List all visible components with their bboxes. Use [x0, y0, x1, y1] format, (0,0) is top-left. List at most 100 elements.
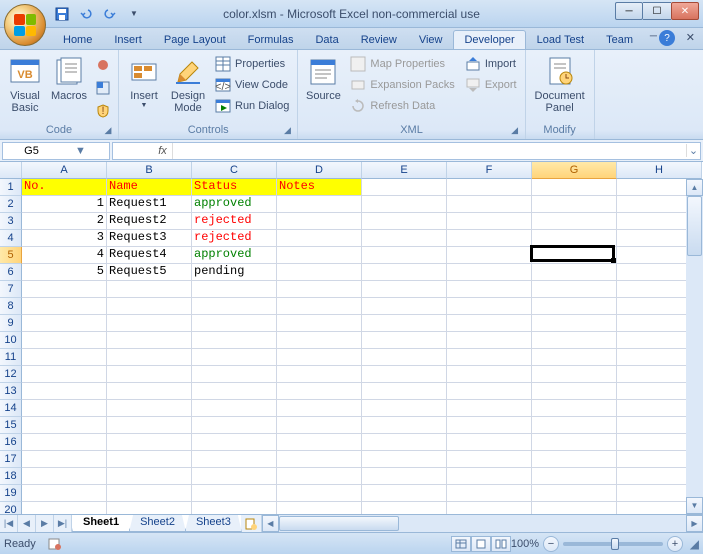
properties-button[interactable]: Properties: [211, 54, 293, 74]
row-header[interactable]: 14: [0, 400, 22, 417]
cell[interactable]: [22, 332, 107, 349]
import-button[interactable]: Import: [461, 54, 521, 74]
cell[interactable]: [107, 502, 192, 514]
cell[interactable]: rejected: [192, 213, 277, 230]
cell[interactable]: [532, 434, 617, 451]
cell[interactable]: [362, 434, 447, 451]
xml-source-button[interactable]: Source: [302, 54, 344, 104]
row-header[interactable]: 12: [0, 366, 22, 383]
controls-launcher-icon[interactable]: ◢: [281, 125, 293, 137]
row-header[interactable]: 1: [0, 179, 22, 196]
cell[interactable]: Name: [107, 179, 192, 196]
row-header[interactable]: 5: [0, 247, 22, 264]
cell[interactable]: [532, 366, 617, 383]
row-header[interactable]: 13: [0, 383, 22, 400]
cell[interactable]: [447, 400, 532, 417]
cell[interactable]: [277, 468, 362, 485]
column-header[interactable]: E: [362, 162, 447, 179]
cell[interactable]: [277, 332, 362, 349]
cell[interactable]: [107, 349, 192, 366]
cell[interactable]: [532, 264, 617, 281]
cell[interactable]: [107, 451, 192, 468]
row-header[interactable]: 15: [0, 417, 22, 434]
name-box[interactable]: G5 ▼: [2, 142, 110, 160]
zoom-thumb[interactable]: [611, 538, 619, 550]
cell[interactable]: [277, 281, 362, 298]
refresh-data-button[interactable]: Refresh Data: [346, 96, 458, 116]
cell[interactable]: [362, 247, 447, 264]
cell[interactable]: [277, 196, 362, 213]
cell[interactable]: [447, 179, 532, 196]
first-sheet-button[interactable]: |◀: [0, 515, 18, 532]
cell[interactable]: [447, 451, 532, 468]
cell[interactable]: [447, 349, 532, 366]
macro-security-icon[interactable]: !: [92, 100, 114, 122]
scroll-up-button[interactable]: ▲: [686, 179, 703, 196]
use-relative-refs-icon[interactable]: [92, 77, 114, 99]
cell[interactable]: [362, 196, 447, 213]
cell[interactable]: [532, 213, 617, 230]
row-header[interactable]: 7: [0, 281, 22, 298]
cell[interactable]: [532, 196, 617, 213]
office-button[interactable]: [4, 4, 46, 46]
cell[interactable]: [277, 502, 362, 514]
cell[interactable]: [447, 485, 532, 502]
expansion-packs-button[interactable]: Expansion Packs: [346, 75, 458, 95]
cell[interactable]: [447, 281, 532, 298]
macros-button[interactable]: Macros: [48, 54, 90, 104]
row-header[interactable]: 11: [0, 349, 22, 366]
design-mode-button[interactable]: Design Mode: [167, 54, 209, 116]
cell[interactable]: [192, 281, 277, 298]
cell[interactable]: 5: [22, 264, 107, 281]
last-sheet-button[interactable]: ▶|: [54, 515, 72, 532]
cell[interactable]: [447, 315, 532, 332]
cell[interactable]: [22, 434, 107, 451]
undo-icon[interactable]: [76, 4, 96, 24]
scroll-left-button[interactable]: ◀: [262, 515, 279, 532]
cell[interactable]: [362, 366, 447, 383]
cell[interactable]: [22, 349, 107, 366]
row-header[interactable]: 9: [0, 315, 22, 332]
cell[interactable]: [277, 264, 362, 281]
resize-grip-icon[interactable]: ◢: [683, 537, 699, 551]
cell[interactable]: [277, 247, 362, 264]
column-header[interactable]: H: [617, 162, 702, 179]
worksheet-grid[interactable]: ABCDEFGH1No.NameStatusNotes21Request1app…: [0, 162, 703, 514]
cell[interactable]: [447, 213, 532, 230]
cell[interactable]: Request1: [107, 196, 192, 213]
cell[interactable]: [362, 264, 447, 281]
cell[interactable]: [362, 332, 447, 349]
cell[interactable]: 2: [22, 213, 107, 230]
cell[interactable]: [22, 485, 107, 502]
cell[interactable]: [22, 315, 107, 332]
cell[interactable]: [447, 366, 532, 383]
formula-input[interactable]: [173, 145, 686, 157]
macro-record-status-icon[interactable]: [48, 537, 62, 551]
cell[interactable]: [447, 417, 532, 434]
minimize-button[interactable]: ─: [615, 2, 643, 20]
next-sheet-button[interactable]: ▶: [36, 515, 54, 532]
cell[interactable]: [22, 502, 107, 514]
cell[interactable]: [362, 230, 447, 247]
cell[interactable]: [22, 400, 107, 417]
xml-launcher-icon[interactable]: ◢: [509, 125, 521, 137]
cell[interactable]: [192, 332, 277, 349]
record-macro-icon[interactable]: [92, 54, 114, 76]
cell[interactable]: [22, 383, 107, 400]
export-button[interactable]: Export: [461, 75, 521, 95]
tab-data[interactable]: Data: [304, 30, 349, 49]
cell[interactable]: [107, 298, 192, 315]
cell[interactable]: No.: [22, 179, 107, 196]
cell[interactable]: [532, 417, 617, 434]
cell[interactable]: [192, 349, 277, 366]
column-header[interactable]: F: [447, 162, 532, 179]
cell[interactable]: Notes: [277, 179, 362, 196]
cell[interactable]: [107, 468, 192, 485]
name-box-dropdown-icon[interactable]: ▼: [56, 145, 105, 157]
row-header[interactable]: 4: [0, 230, 22, 247]
vertical-scrollbar[interactable]: ▲ ▼: [686, 179, 703, 514]
cell[interactable]: [192, 400, 277, 417]
cell[interactable]: [447, 298, 532, 315]
workbook-close-button[interactable]: ✕: [686, 31, 695, 44]
formula-expand-icon[interactable]: ⌄: [686, 144, 700, 157]
